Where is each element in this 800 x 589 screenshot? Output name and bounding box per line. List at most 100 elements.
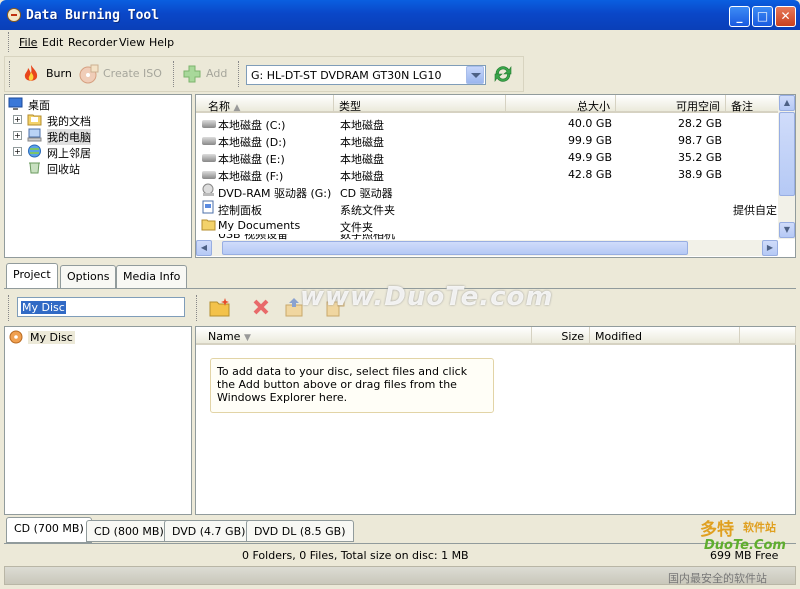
file-name[interactable]: 控制面板 bbox=[218, 202, 262, 218]
create-iso-button[interactable]: Create ISO bbox=[103, 67, 162, 80]
drive-icon bbox=[202, 137, 216, 145]
chevron-down-icon[interactable] bbox=[466, 66, 484, 84]
scroll-right-icon[interactable]: ▶ bbox=[762, 240, 778, 256]
disc-name-input[interactable]: My Disc bbox=[17, 297, 185, 317]
file-total: 42.8 GB bbox=[567, 168, 612, 181]
project-file-list[interactable]: Name ▼ Size Modified bbox=[195, 326, 796, 515]
tab-dvd-47[interactable]: DVD (4.7 GB) bbox=[164, 520, 254, 542]
scroll-down-icon[interactable]: ▼ bbox=[779, 222, 795, 238]
menu-recorder[interactable]: Recorder bbox=[68, 36, 117, 49]
toolbar-grip-3[interactable] bbox=[238, 61, 241, 87]
tab-media-info[interactable]: Media Info bbox=[116, 265, 188, 288]
menu-edit[interactable]: Edit bbox=[42, 36, 63, 49]
app-icon bbox=[7, 8, 21, 22]
column-header-name[interactable]: 名称 ▲ bbox=[196, 95, 334, 113]
sort-down-icon: ▼ bbox=[243, 333, 251, 343]
tree-item-my-documents[interactable]: 我的文档 bbox=[47, 113, 91, 129]
column-header-type[interactable]: 类型 bbox=[334, 95, 506, 113]
tab-cd-700[interactable]: CD (700 MB) bbox=[6, 517, 92, 543]
burn-icon bbox=[24, 65, 38, 81]
window-title: Data Burning Tool bbox=[26, 8, 160, 23]
burn-button[interactable]: Burn bbox=[46, 67, 72, 80]
file-name[interactable]: DVD-RAM 驱动器 (G:) bbox=[218, 185, 331, 201]
tree-item-my-computer[interactable]: 我的电脑 bbox=[47, 129, 91, 145]
toolbar-grip-2[interactable] bbox=[196, 295, 199, 321]
drive-icon bbox=[202, 120, 216, 128]
tree-item-desktop[interactable]: 桌面 bbox=[28, 97, 50, 113]
project-tree[interactable]: My Disc bbox=[4, 326, 192, 515]
delete-icon[interactable] bbox=[252, 298, 270, 316]
scroll-thumb[interactable] bbox=[222, 241, 688, 255]
tab-project[interactable]: Project bbox=[6, 263, 58, 289]
drive-icon bbox=[202, 171, 216, 179]
column-header-modified[interactable]: Modified bbox=[590, 327, 740, 345]
folder-tree[interactable]: 桌面 + 我的文档 + 我的电脑 + 网上邻居 回收站 bbox=[4, 94, 192, 258]
toolbar-grip[interactable] bbox=[8, 295, 11, 321]
file-name[interactable]: 本地磁盘 (F:) bbox=[218, 168, 283, 184]
menu-grip[interactable] bbox=[8, 32, 11, 52]
drive-icon bbox=[202, 154, 216, 162]
maximize-button[interactable]: □ bbox=[752, 6, 773, 27]
expand-icon[interactable]: + bbox=[13, 147, 22, 156]
drive-select[interactable]: G: HL-DT-ST DVDRAM GT30N LG10 bbox=[246, 65, 486, 85]
add-icon bbox=[183, 65, 201, 83]
new-folder-icon[interactable] bbox=[209, 297, 231, 317]
status-summary: 0 Folders, 0 Files, Total size on disc: … bbox=[242, 549, 469, 562]
file-type: 系统文件夹 bbox=[340, 204, 395, 217]
tree-item-recycle-bin[interactable]: 回收站 bbox=[47, 161, 80, 177]
tab-cd-800[interactable]: CD (800 MB) bbox=[86, 520, 172, 542]
expand-icon[interactable]: + bbox=[13, 115, 22, 124]
tree-item-network[interactable]: 网上邻居 bbox=[47, 145, 91, 161]
file-type: CD 驱动器 bbox=[340, 187, 393, 200]
network-icon bbox=[28, 144, 41, 158]
column-header-free[interactable]: 可用空间 bbox=[616, 95, 726, 113]
refresh-icon[interactable] bbox=[492, 63, 514, 85]
file-type: 本地磁盘 bbox=[340, 136, 384, 149]
minimize-button[interactable]: _ bbox=[729, 6, 750, 27]
close-button[interactable]: ✕ bbox=[775, 6, 796, 27]
create-iso-icon bbox=[79, 64, 99, 84]
menu-view[interactable]: View bbox=[119, 36, 145, 49]
column-header-empty[interactable] bbox=[740, 327, 796, 345]
empty-hint: To add data to your disc, select files a… bbox=[210, 358, 494, 413]
tree-item-my-disc[interactable]: My Disc bbox=[28, 331, 75, 344]
sort-up-icon: ▲ bbox=[233, 103, 241, 113]
my-documents-icon bbox=[27, 114, 42, 126]
menu-file[interactable]: File bbox=[19, 36, 37, 49]
watermark-url: DuoTe.Com bbox=[704, 538, 786, 553]
file-name[interactable]: 本地磁盘 (E:) bbox=[218, 151, 285, 167]
watermark-logo: 多特 bbox=[700, 520, 734, 540]
file-free: 28.2 GB bbox=[677, 117, 722, 130]
watermark-slogan: 国内最安全的软件站 bbox=[668, 572, 767, 585]
column-header-note[interactable]: 备注 bbox=[726, 95, 786, 113]
file-name[interactable]: 本地磁盘 (C:) bbox=[218, 117, 285, 133]
file-type: 本地磁盘 bbox=[340, 170, 384, 183]
status-bar: 0 Folders, 0 Files, Total size on disc: … bbox=[4, 543, 796, 565]
scroll-left-icon[interactable]: ◀ bbox=[196, 240, 212, 256]
scroll-thumb[interactable] bbox=[779, 112, 795, 196]
file-free: 38.9 GB bbox=[677, 168, 722, 181]
toolbar-grip-2[interactable] bbox=[173, 61, 176, 87]
file-type: 文件夹 bbox=[340, 221, 373, 234]
title-bar: Data Burning Tool _ □ ✕ bbox=[0, 0, 800, 30]
column-header-name[interactable]: Name ▼ bbox=[196, 327, 532, 345]
menu-help[interactable]: Help bbox=[149, 36, 174, 49]
watermark-text: www.DuoTe.com bbox=[300, 282, 554, 312]
file-free: 98.7 GB bbox=[677, 134, 722, 147]
file-name[interactable]: 本地磁盘 (D:) bbox=[218, 134, 286, 150]
tab-dvd-dl[interactable]: DVD DL (8.5 GB) bbox=[246, 520, 354, 542]
expand-icon[interactable]: + bbox=[13, 131, 22, 140]
dvd-drive-icon bbox=[202, 183, 214, 196]
tab-options[interactable]: Options bbox=[60, 265, 117, 288]
file-list[interactable]: 名称 ▲ 类型 总大小 可用空间 备注 本地磁盘 (C:) 本地磁盘 40.0 … bbox=[195, 94, 796, 258]
scroll-up-icon[interactable]: ▲ bbox=[779, 95, 795, 111]
file-type: 本地磁盘 bbox=[340, 153, 384, 166]
file-free: 35.2 GB bbox=[677, 151, 722, 164]
add-button[interactable]: Add bbox=[206, 67, 227, 80]
column-header-size[interactable]: Size bbox=[532, 327, 590, 345]
menu-bar: File Edit Recorder View Help bbox=[4, 30, 796, 54]
column-header-total[interactable]: 总大小 bbox=[506, 95, 616, 113]
desktop-icon bbox=[8, 97, 23, 110]
toolbar-grip[interactable] bbox=[9, 61, 12, 87]
file-name[interactable]: My Documents bbox=[218, 219, 300, 232]
